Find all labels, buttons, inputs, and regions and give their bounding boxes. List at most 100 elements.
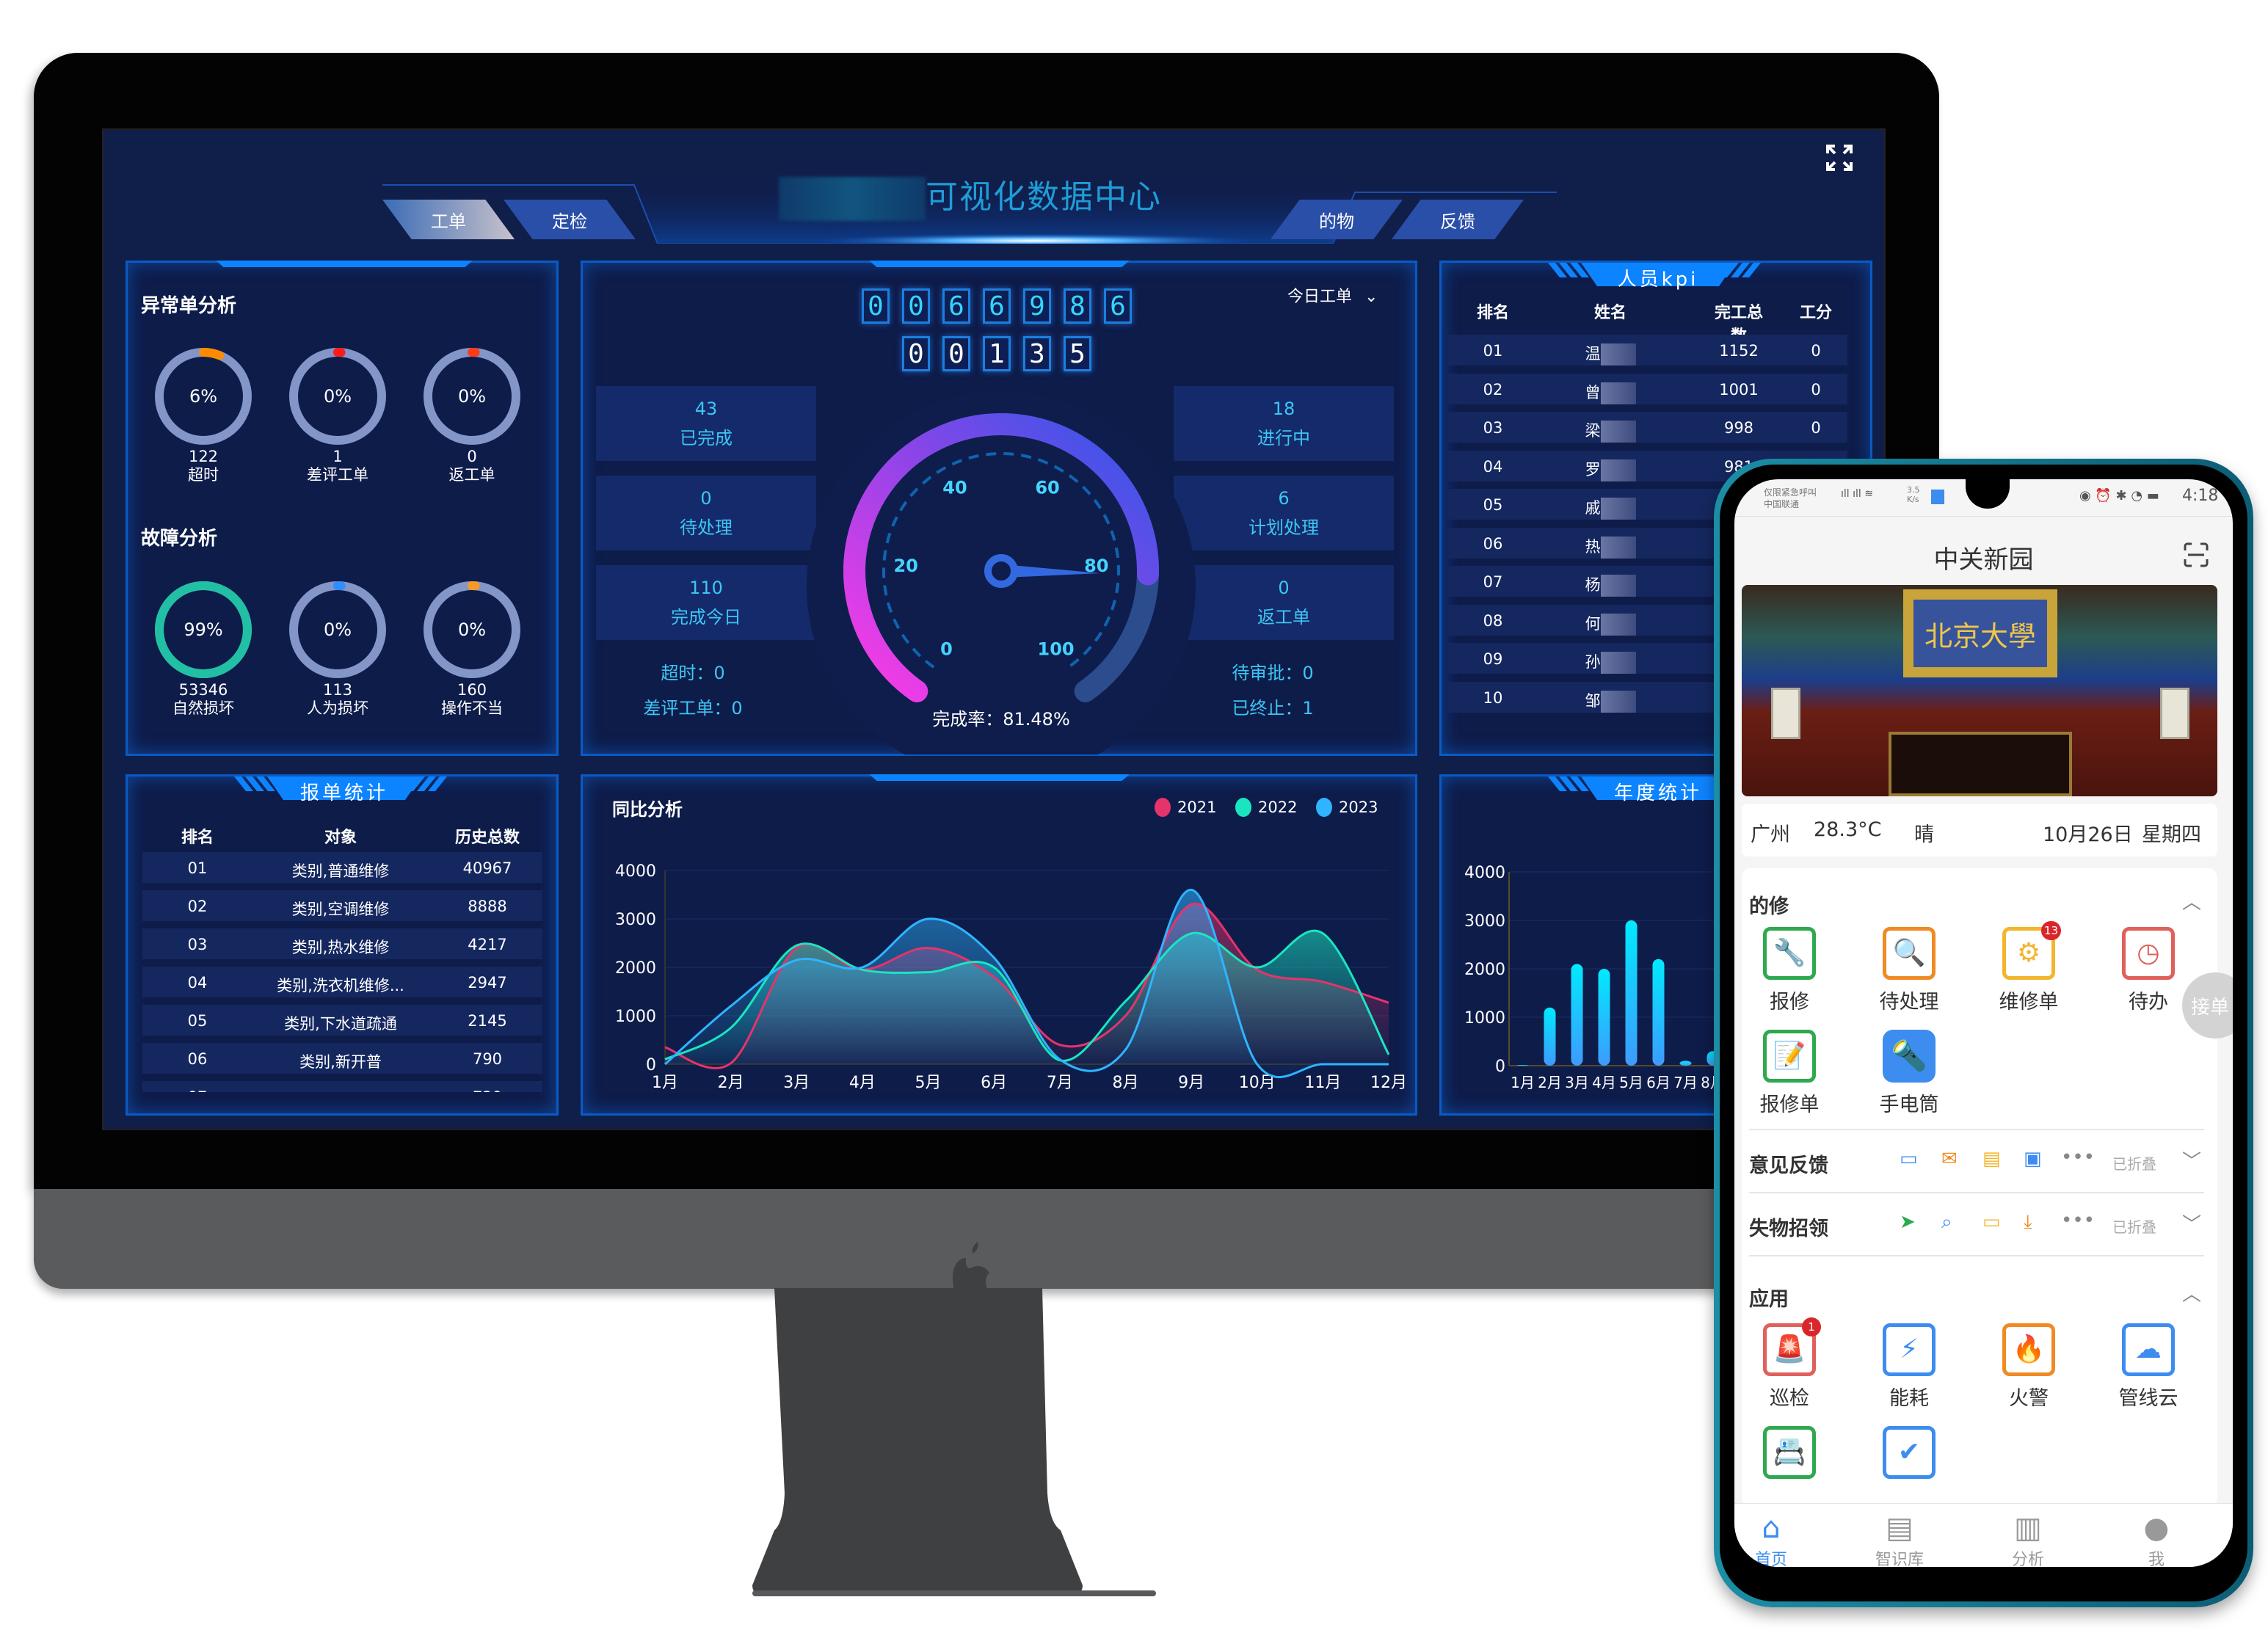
search-box-icon: ⌕ (1941, 1211, 1952, 1233)
ring-gauge: 0% (289, 348, 386, 445)
kpi-total: 1001 (1719, 380, 1759, 399)
contacts-icon: 📇 (1763, 1426, 1816, 1479)
chart-icon: ▥ (2014, 1511, 2042, 1545)
app-document-gear[interactable]: ⚙ 13 维修单 (1974, 921, 2084, 1014)
report-total: 4217 (468, 936, 507, 953)
ring-percent: 0% (458, 619, 486, 640)
total-digit: 0 (862, 288, 890, 324)
y-tick-label: 3000 (1464, 912, 1505, 931)
collapse-apps-icon[interactable]: ︿ (2182, 1279, 2201, 1306)
app-cloud-download[interactable]: ☁ 管线云 (2093, 1323, 2203, 1411)
more-icon: ••• (2061, 1210, 2096, 1232)
scan-icon[interactable] (2184, 542, 2209, 567)
ring-percent: 0% (324, 386, 352, 407)
x-tick-label: 2月 (718, 1074, 744, 1092)
app-wrench[interactable]: 🔧 报修 (1734, 927, 1844, 1014)
services-card: 的修 ︿ 意见反馈 ▭ ✉ ▤ ▣ ••• 已折叠 ﹀ 失物招领 ➤ ⌕ ▭ ⤓… (1742, 868, 2217, 1507)
bar[interactable] (1544, 1007, 1556, 1066)
x-tick-label: 11月 (1304, 1074, 1341, 1092)
y-tick-label: 1000 (615, 1008, 656, 1026)
ring-label: 差评工单 (307, 466, 368, 484)
x-tick-label: 8月 (1112, 1074, 1138, 1092)
bar[interactable] (1652, 959, 1665, 1066)
nav-home[interactable]: ⌂ 首页 (1734, 1510, 1822, 1567)
nav-user[interactable]: ● 我 (2105, 1510, 2208, 1567)
notification-badge: 1 (1802, 1317, 1821, 1336)
signal-icon: ıll ıll ≋ (1841, 488, 1873, 500)
phone-mockup: 仅限紧急呼叫 中国联通 ıll ıll ≋ 3.5 K/s ◉ ⏰ ✱ ◔ ▬ … (1714, 459, 2253, 1607)
clock-icon: ◷ (2122, 927, 2175, 980)
bar[interactable] (1571, 964, 1583, 1066)
report-table-row[interactable]: 01 类别,普通维修 40967 (142, 852, 542, 883)
expand-feedback-icon[interactable]: ﹀ (2182, 1146, 2201, 1174)
bar[interactable] (1625, 920, 1638, 1066)
kpi-rank: 07 (1483, 573, 1503, 591)
bar[interactable] (1598, 969, 1610, 1066)
report-table-row[interactable]: 03 类别,热水维修 4217 (142, 928, 542, 959)
blurred-name (1600, 613, 1636, 636)
app-flashlight[interactable]: 🔦 手电筒 (1854, 1030, 1964, 1117)
bar[interactable] (1516, 1065, 1529, 1066)
report-table-row[interactable]: 07类别,监控报修（720 (142, 1081, 542, 1092)
report-rank: 07 (128, 1088, 278, 1092)
order-scope-dropdown[interactable]: 今日工单 ⌄ (1287, 283, 1378, 307)
total-digit: 0 (902, 288, 930, 324)
fullscreen-icon[interactable] (1825, 143, 1854, 172)
bar[interactable] (1679, 1061, 1692, 1066)
app-location-check[interactable]: ✔ (1854, 1426, 1964, 1485)
report-table-row[interactable]: 05 类别,下水道疏通 2145 (142, 1005, 542, 1036)
blurred-name (1600, 459, 1636, 481)
energy-icon: ⚡ (1883, 1323, 1936, 1376)
nav-book[interactable]: ▤ 智识库 (1848, 1510, 1951, 1567)
lantern-right (2160, 688, 2189, 739)
more-icon: ••• (2061, 1146, 2096, 1168)
app-fire[interactable]: 🔥 火警 (1974, 1323, 2084, 1411)
kpi-table-row[interactable]: 01 温 1152 0 (1447, 335, 1847, 365)
ring-percent: 0% (458, 386, 486, 407)
report-table-row[interactable]: 04 类别,洗衣机维修... 2947 (142, 967, 542, 997)
kpi-name: 杨 (1566, 573, 1654, 597)
x-tick-label: 5月 (1619, 1074, 1643, 1091)
abnormal-fault-panel: 异常单分析 故障分析 6% 122 超时 0% 1 差评工单 0% 0 返工单 99% 53346 自… (126, 261, 559, 756)
weather-bar: 广州 28.3°C 晴 10月26日 星期四 (1742, 804, 2217, 856)
lost-found-row[interactable]: 失物招领 ➤ ⌕ ▭ ⤓ ••• 已折叠 ﹀ (1749, 1192, 2204, 1255)
legend-label[interactable]: 2021 (1177, 799, 1216, 816)
today-digit: 5 (1064, 336, 1091, 371)
app-contacts[interactable]: 📇 (1734, 1426, 1844, 1485)
feedback-title: 意见反馈 (1749, 1154, 1828, 1177)
transfer-icon: ▤ (1982, 1148, 2001, 1170)
stat-box: 110 完成今日 (596, 565, 816, 640)
legend-label[interactable]: 2023 (1339, 799, 1378, 816)
app-document-search[interactable]: 🔍 待处理 (1854, 927, 1964, 1014)
banner-image[interactable]: 北京大學 (1742, 585, 2217, 796)
report-table-row[interactable]: 06 类别,新开普 790 (142, 1043, 542, 1074)
app-document-wrench[interactable]: 📝 报修单 (1734, 1030, 1844, 1117)
y-tick-label: 0 (1495, 1058, 1505, 1076)
app-label: 手电筒 (1879, 1094, 1939, 1116)
report-column-header: 排名 (181, 829, 214, 847)
app-energy[interactable]: ⚡ 能耗 (1854, 1323, 1964, 1411)
expand-lost-found-icon[interactable]: ﹀ (2182, 1210, 2201, 1237)
kpi-table-row[interactable]: 03 梁 998 0 (1447, 412, 1847, 443)
legend-label[interactable]: 2022 (1258, 799, 1297, 816)
x-tick-label: 5月 (915, 1074, 942, 1092)
y-tick-label: 4000 (615, 862, 656, 881)
report-table: 排名 对象 历史总数 01 类别,普通维修 40967 02 类别,空调维修 8888 03 类别,… (128, 777, 561, 1092)
stat-value: 110 (689, 578, 723, 598)
collapse-repair-icon[interactable]: ︿ (2182, 887, 2201, 914)
report-total: 8888 (468, 898, 507, 915)
stat-label: 进行中 (1257, 428, 1310, 448)
dashboard-screen: 工单 定检 可视化数据中心 的物 反馈 异常单分析 故障分析 6% 122 超时 0%… (102, 128, 1886, 1130)
report-rank: 01 (187, 859, 208, 877)
document-search-icon: 🔍 (1883, 927, 1936, 980)
kpi-table-row[interactable]: 02 曾 1001 0 (1447, 373, 1847, 404)
nav-chart[interactable]: ▥ 分析 (1977, 1510, 2079, 1567)
feedback-row[interactable]: 意见反馈 ▭ ✉ ▤ ▣ ••• 已折叠 ﹀ (1749, 1129, 2204, 1192)
app-alarm-light[interactable]: 🚨 1 巡检 (1734, 1317, 1844, 1411)
bottom-right-stats: 待审批：0 已终止：1 (1163, 655, 1383, 726)
report-table-row[interactable]: 02 类别,空调维修 8888 (142, 890, 542, 921)
x-tick-label: 4月 (849, 1074, 876, 1092)
stat-label: 计划处理 (1249, 517, 1319, 538)
accept-order-label: 接单 (2191, 996, 2230, 1019)
blurred-name (1600, 575, 1636, 597)
